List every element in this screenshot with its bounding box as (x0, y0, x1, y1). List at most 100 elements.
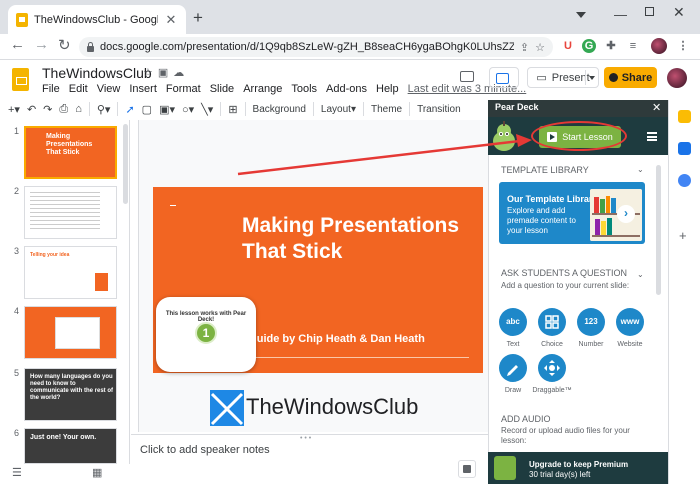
comment-add-icon[interactable]: ⊞ (228, 103, 237, 116)
slide-thumbnail-4[interactable] (24, 306, 117, 359)
slides-logo-icon[interactable] (12, 68, 29, 91)
present-label: Present (551, 71, 590, 84)
menu-file[interactable]: File (42, 83, 60, 95)
thumb-title: Just one! Your own. (30, 434, 97, 441)
present-button[interactable]: ▭ Present (527, 67, 599, 88)
keep-icon[interactable] (678, 110, 691, 123)
pencil-icon (507, 365, 518, 376)
share-page-icon[interactable]: ⇪ (520, 41, 529, 54)
slide-subtitle[interactable]: guide by Chip Heath & Dan Heath (250, 333, 425, 345)
question-draw-button[interactable] (499, 354, 527, 382)
tab-close-icon[interactable]: ✕ (164, 12, 178, 28)
bookmark-star-icon[interactable]: ☆ (535, 41, 545, 54)
slide-thumbnail-3[interactable]: Telling your idea (24, 246, 117, 299)
chevron-down-icon[interactable]: ⌄ (637, 165, 644, 174)
undo-icon[interactable]: ↶ (27, 103, 36, 116)
tab-search-chevron-icon[interactable] (576, 12, 586, 18)
menu-arrange[interactable]: Arrange (243, 83, 282, 95)
layout-button[interactable]: Layout▾ (321, 104, 356, 115)
menu-help[interactable]: Help (376, 83, 399, 95)
image-icon[interactable]: ▣▾ (159, 103, 175, 116)
thumb-content (30, 192, 100, 232)
redo-icon[interactable]: ↷ (43, 103, 52, 116)
extension-grammar-icon[interactable]: G (582, 39, 596, 53)
move-arrows-icon (544, 360, 560, 376)
thumb-title: Making Presentations That Stick (46, 133, 93, 156)
question-draggable-button[interactable] (538, 354, 566, 382)
window-minimize-icon[interactable]: — (614, 7, 627, 22)
menu-format[interactable]: Format (166, 83, 201, 95)
profile-avatar[interactable] (651, 38, 667, 54)
filmstrip-scrollbar[interactable] (123, 124, 128, 204)
pear-deck-close-icon[interactable]: ✕ (652, 101, 661, 114)
window-close-icon[interactable]: ✕ (673, 4, 685, 21)
menu-addons[interactable]: Add-ons (326, 83, 367, 95)
menu-view[interactable]: View (97, 83, 121, 95)
toolbar-separator (88, 102, 90, 116)
menu-tools[interactable]: Tools (291, 83, 317, 95)
list-view-icon[interactable]: ☰ (12, 466, 22, 479)
question-choice-button[interactable] (538, 308, 566, 336)
add-audio-heading[interactable]: ADD AUDIO (501, 414, 551, 424)
thumb-card (55, 317, 100, 349)
transition-button[interactable]: Transition (417, 104, 461, 115)
paint-format-icon[interactable]: ⌂ (75, 103, 82, 115)
notes-resize-grip[interactable]: • • • (300, 435, 311, 442)
slide-thumbnail-1[interactable]: Making Presentations That Stick (24, 126, 117, 179)
media-control-icon[interactable]: ≡ (626, 39, 640, 53)
slide-thumbnail-2[interactable] (24, 186, 117, 239)
ask-question-heading[interactable]: ASK STUDENTS A QUESTION (501, 268, 627, 278)
move-folder-icon[interactable]: ▣ (158, 67, 173, 79)
question-text-button[interactable]: abc (499, 308, 527, 336)
menu-slide[interactable]: Slide (210, 83, 234, 95)
meet-present-button[interactable] (489, 67, 519, 88)
tasks-icon[interactable] (678, 142, 691, 155)
chevron-down-icon[interactable]: ⌄ (637, 270, 644, 279)
zoom-icon[interactable]: ⚲▾ (97, 103, 111, 116)
get-addons-plus-icon[interactable]: + (679, 228, 687, 243)
browser-tab[interactable]: TheWindowsClub - Google Slides ✕ (8, 5, 186, 34)
document-title[interactable]: TheWindowsClub (42, 65, 152, 81)
account-avatar[interactable] (667, 68, 687, 88)
extensions-puzzle-icon[interactable]: ✚ (604, 39, 618, 53)
slide-title[interactable]: Making Presentations That Stick (242, 213, 472, 265)
slide-thumbnail-5[interactable]: How many languages do you need to know t… (24, 368, 117, 421)
present-dropdown-icon[interactable] (589, 76, 595, 80)
window-maximize-icon[interactable] (645, 7, 654, 16)
background-button[interactable]: Background (253, 104, 306, 115)
theme-button[interactable]: Theme (371, 104, 402, 115)
pear-deck-menu-icon[interactable] (647, 132, 657, 141)
question-number-button[interactable]: 123 (577, 308, 605, 336)
shape-icon[interactable]: ○▾ (182, 103, 194, 116)
slide-thumbnail-6[interactable]: Just one! Your own. (24, 428, 117, 464)
comment-history-icon[interactable] (460, 71, 474, 82)
print-icon[interactable]: ⎙ (59, 103, 68, 116)
chevron-right-icon[interactable]: › (617, 205, 635, 223)
pear-deck-title: Pear Deck (495, 102, 539, 112)
title-action-icons[interactable]: ☆▣☁ (143, 66, 189, 79)
browser-menu-icon[interactable]: ⋮ (676, 39, 690, 53)
share-button[interactable]: Share (604, 67, 657, 88)
calendar-check-icon[interactable] (678, 174, 691, 187)
star-icon[interactable]: ☆ (143, 67, 158, 79)
back-arrow-icon[interactable]: ← (10, 36, 25, 53)
text-box-icon[interactable]: ▢ (142, 103, 152, 116)
explore-button[interactable] (458, 460, 476, 478)
pear-deck-scrollbar[interactable] (656, 165, 661, 295)
template-library-heading[interactable]: TEMPLATE LIBRARY (501, 165, 589, 175)
question-website-button[interactable]: www (616, 308, 644, 336)
select-cursor-icon[interactable]: ➚ (125, 103, 134, 116)
forward-arrow-icon[interactable]: → (34, 36, 49, 53)
new-tab-plus-icon[interactable]: + (193, 8, 203, 28)
extension-u-icon[interactable]: U (561, 39, 575, 53)
menu-edit[interactable]: Edit (69, 83, 88, 95)
cloud-status-icon[interactable]: ☁ (173, 67, 189, 79)
address-bar[interactable]: docs.google.com/presentation/d/1Q9qb8SzL… (79, 37, 553, 57)
question-draw-label: Draw (504, 387, 522, 394)
new-slide-plus-icon[interactable]: +▾ (8, 103, 20, 116)
grid-view-icon[interactable]: ▦ (92, 466, 102, 479)
speaker-notes-placeholder[interactable]: Click to add speaker notes (140, 444, 270, 456)
reload-icon[interactable]: ↻ (58, 36, 71, 54)
line-icon[interactable]: ╲▾ (201, 103, 213, 116)
menu-insert[interactable]: Insert (129, 83, 157, 95)
